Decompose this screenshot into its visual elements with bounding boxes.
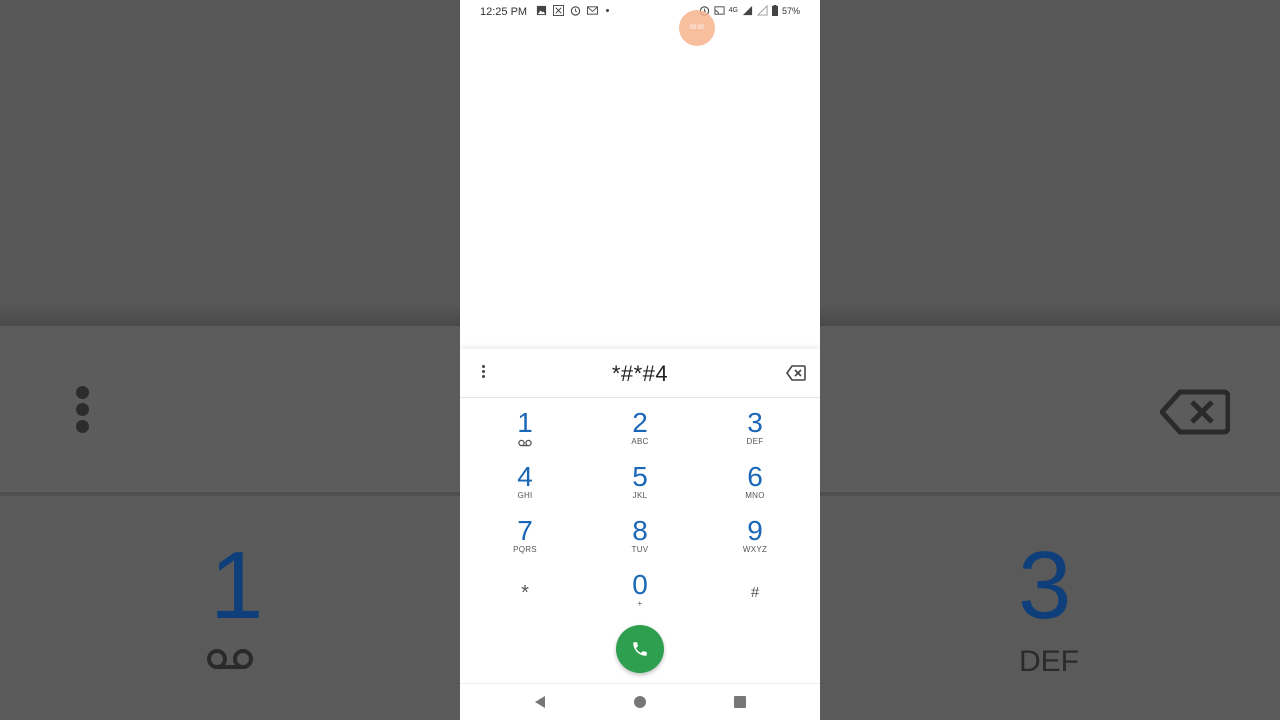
touch-indicator: 00:00 [679, 10, 715, 46]
key-5[interactable]: 5 JKL [590, 462, 690, 514]
key-letters: WXYZ [742, 545, 768, 554]
more-notifications-dot [606, 9, 609, 12]
key-letters: TUV [631, 545, 649, 554]
key-letters: GHI [517, 491, 533, 500]
key-hash[interactable]: # [705, 570, 805, 622]
bg-digit-right: 3 [1018, 532, 1072, 639]
alarm-icon [570, 6, 581, 16]
key-3[interactable]: 3 DEF [705, 408, 805, 460]
voicemail-icon [518, 439, 532, 447]
key-star[interactable]: * [475, 570, 575, 622]
key-digit: 5 [632, 461, 648, 492]
key-letters: JKL [632, 491, 648, 500]
dial-header: *#*#4 [460, 349, 820, 398]
key-2[interactable]: 2 ABC [590, 408, 690, 460]
bg-backspace-icon [1158, 388, 1231, 441]
home-icon[interactable] [634, 696, 646, 708]
phone-icon [633, 642, 647, 656]
key-4[interactable]: 4 GHI [475, 462, 575, 514]
key-digit: 0 [632, 569, 648, 600]
cast-icon [714, 6, 725, 15]
key-8[interactable]: 8 TUV [590, 516, 690, 568]
key-7[interactable]: 7 PQRS [475, 516, 575, 568]
bg-sub-right: DEF [1019, 645, 1079, 678]
key-1[interactable]: 1 [475, 408, 575, 460]
menu-dots-icon[interactable] [478, 365, 488, 383]
recents-icon[interactable] [734, 696, 746, 708]
key-digit: 6 [747, 461, 763, 492]
back-icon[interactable] [534, 695, 546, 709]
key-symbol: * [521, 582, 529, 604]
bg-voicemail-icon [206, 647, 254, 676]
key-digit: 4 [517, 461, 533, 492]
network-type: 4G [728, 7, 738, 14]
key-digit: 1 [517, 407, 533, 438]
status-bar: 12:25 PM 4G 57% [460, 0, 820, 24]
signal-empty-icon [756, 5, 768, 16]
battery-icon [771, 5, 778, 16]
status-time: 12:25 PM [480, 6, 528, 18]
image-icon [536, 5, 547, 16]
backspace-icon[interactable] [786, 365, 806, 381]
signal-icon [742, 5, 753, 16]
key-6[interactable]: 6 MNO [705, 462, 805, 514]
bg-menu-dots-icon [76, 386, 90, 437]
key-letters: ABC [631, 437, 649, 446]
key-9[interactable]: 9 WXYZ [705, 516, 805, 568]
bg-digit-left: 1 [210, 532, 264, 639]
key-digit: 8 [632, 515, 648, 546]
key-letters: MNO [745, 491, 765, 500]
dialed-number[interactable]: *#*#4 [520, 361, 760, 387]
notification-icons [536, 5, 609, 16]
key-0[interactable]: 0 + [590, 570, 690, 622]
app-icon [553, 5, 564, 16]
key-digit: 7 [517, 515, 533, 546]
system-icons: 4G 57% [699, 5, 800, 16]
key-digit: 9 [747, 515, 763, 546]
call-button[interactable] [616, 625, 664, 673]
key-letters: DEF [746, 437, 764, 446]
key-symbol: # [750, 584, 760, 601]
battery-level: 57% [781, 5, 800, 16]
mail-icon [587, 6, 598, 15]
key-letters: + [637, 599, 643, 608]
phone-screen: 12:25 PM 4G 57% 00:00 *#*#4 1 2 ABC 3 DE… [460, 0, 820, 720]
key-digit: 2 [632, 407, 648, 438]
key-digit: 3 [747, 407, 763, 438]
key-letters: PQRS [513, 545, 537, 554]
navigation-bar [460, 683, 820, 720]
